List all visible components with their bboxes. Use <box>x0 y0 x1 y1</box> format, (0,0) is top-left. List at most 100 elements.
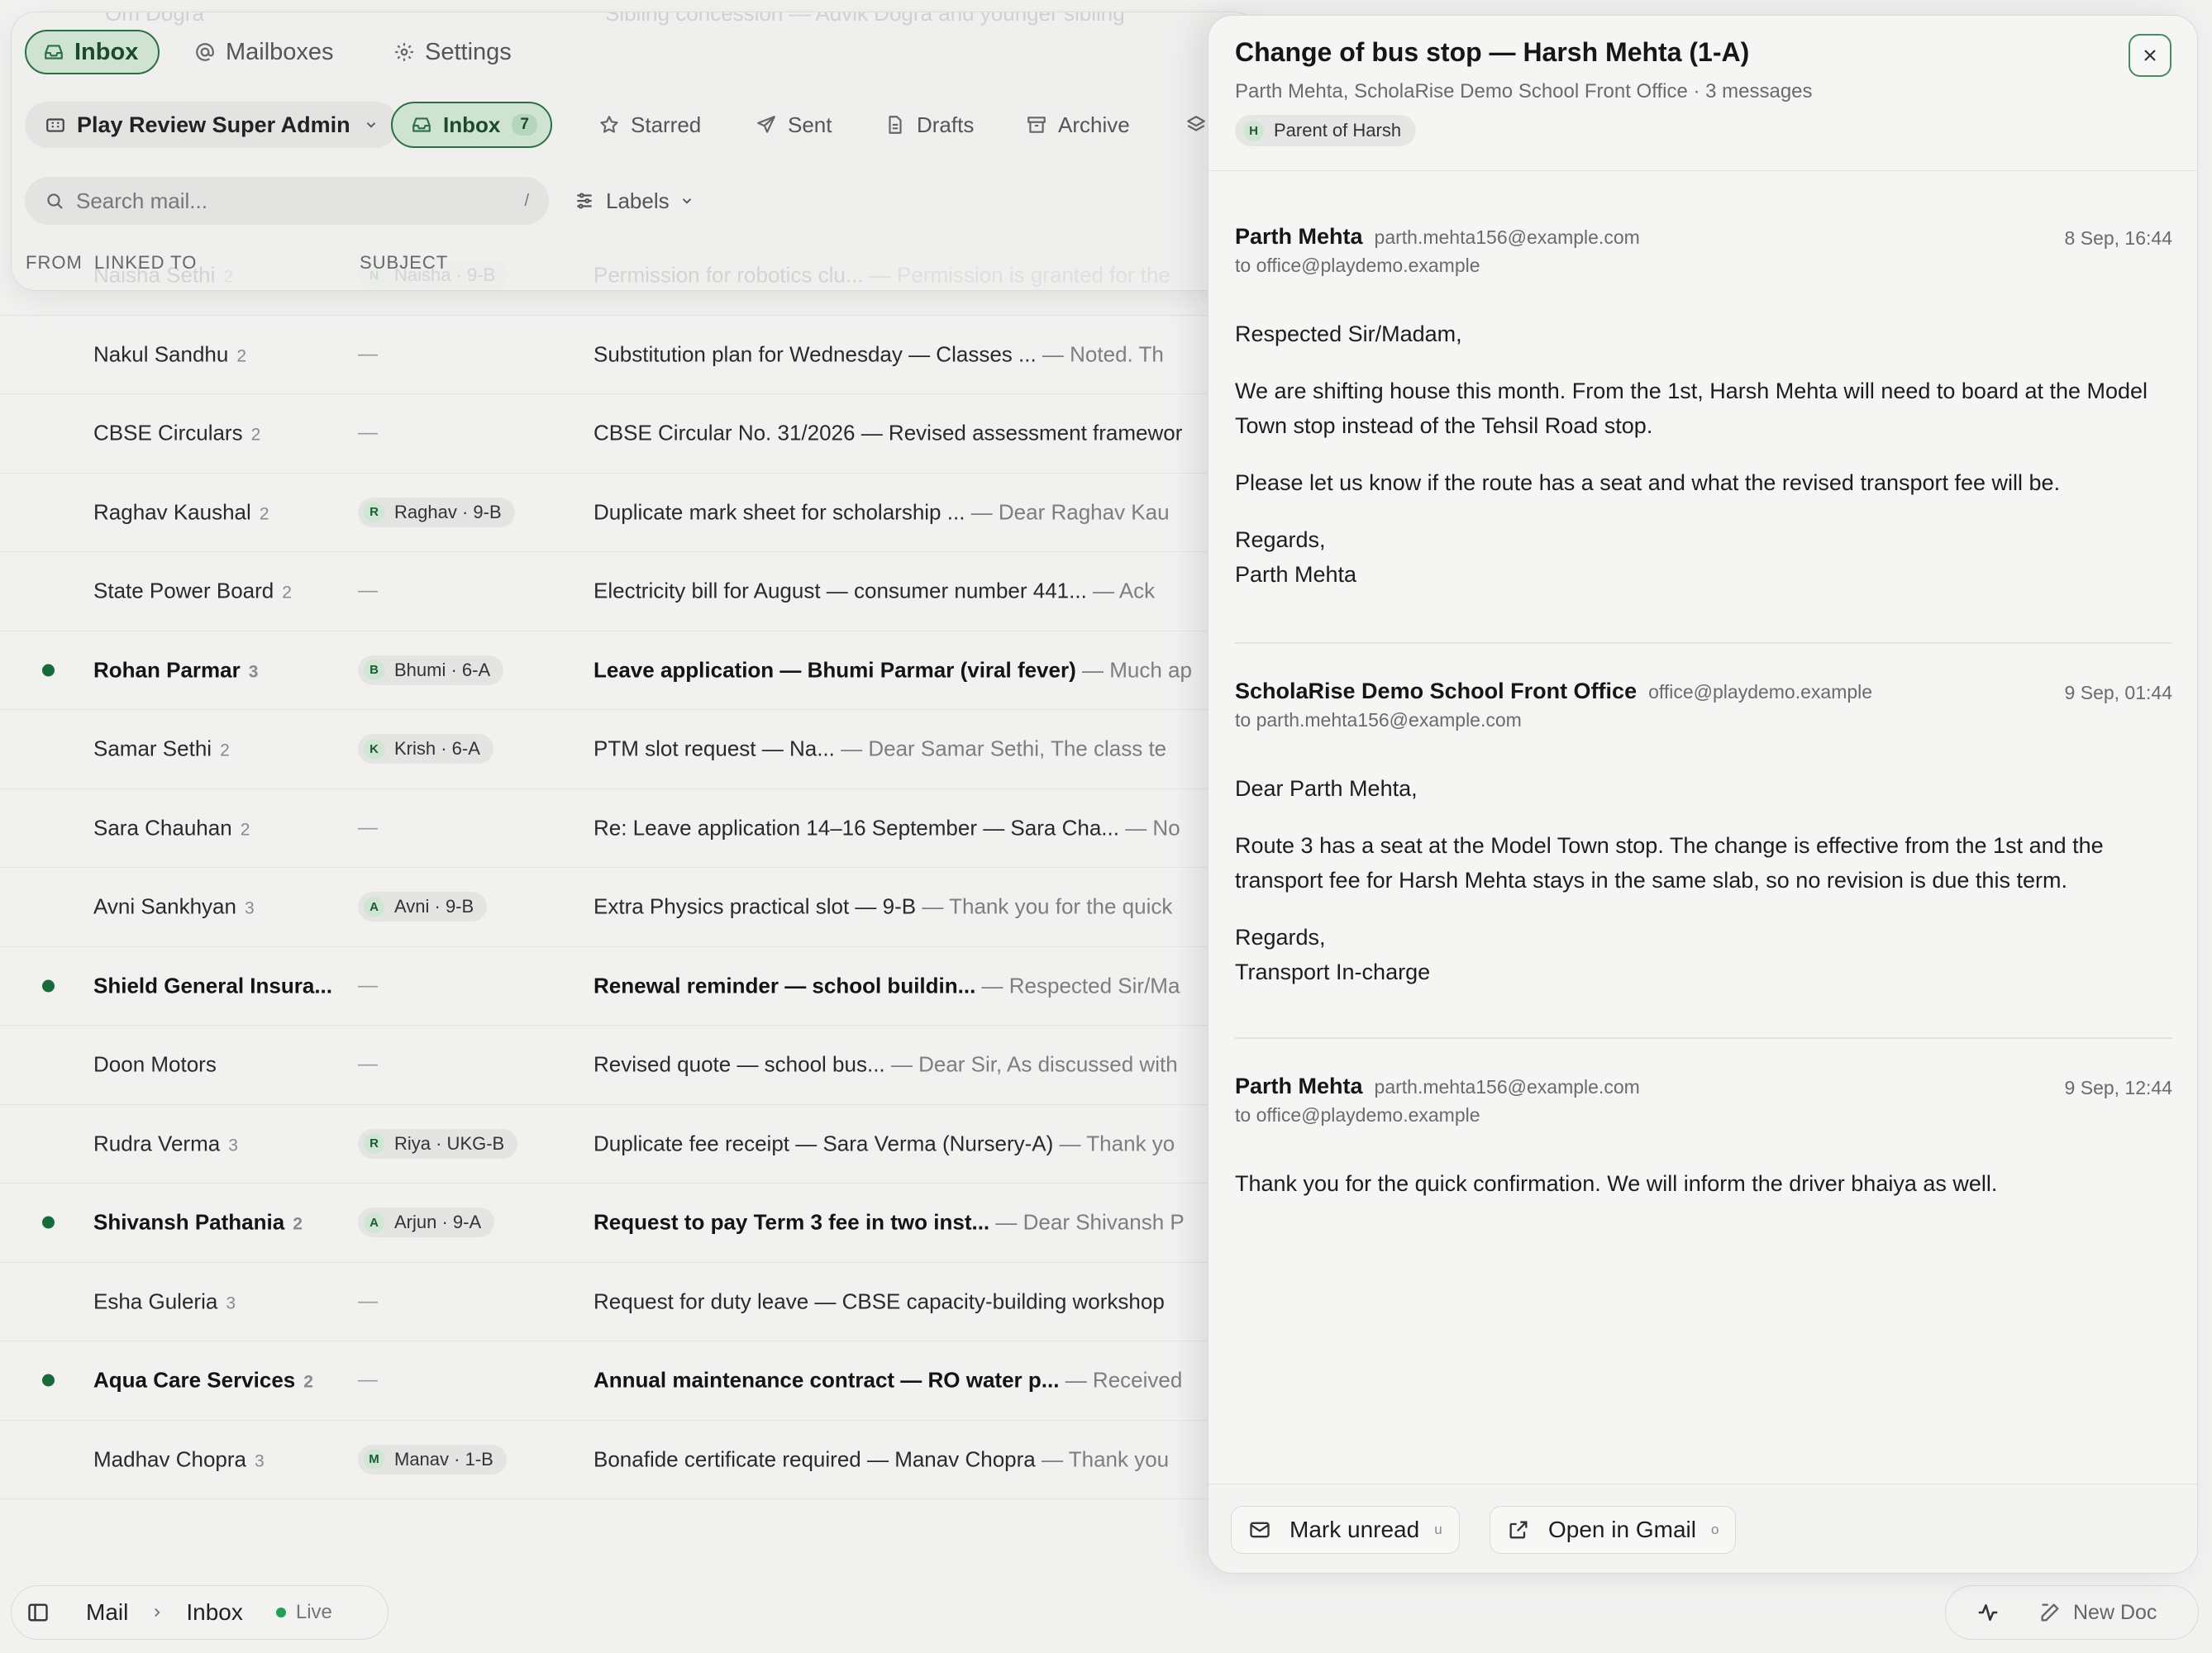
unread-dot <box>42 664 55 677</box>
chevron-right-icon <box>150 1605 164 1620</box>
unread-dot <box>42 1216 55 1229</box>
mailbox-sent[interactable]: Sent <box>756 102 832 148</box>
inbox-count-badge: 7 <box>512 114 537 136</box>
subject-line: Re: Leave application 14–16 September — … <box>594 815 1180 841</box>
labels-filter-button[interactable]: Labels <box>574 178 694 224</box>
avatar: R <box>364 1133 384 1155</box>
account-switcher[interactable]: Play Review Super Admin <box>25 102 398 148</box>
activity-button[interactable] <box>1976 1600 2000 1625</box>
sender-name: Avni Sankhyan 3 <box>93 893 255 919</box>
column-header-subject[interactable]: SUBJECT <box>360 252 448 274</box>
message-sender-email: parth.mehta156@example.com <box>1374 1076 1640 1098</box>
table-row[interactable]: Shivansh Pathania 2 A Arjun · 9-A Request to… <box>0 1184 1223 1263</box>
table-row[interactable]: Raghav Kaushal 2 R Raghav · 9-B Duplicate ma… <box>0 474 1223 552</box>
mailbox-drafts[interactable]: Drafts <box>884 102 974 148</box>
building-icon <box>46 118 64 132</box>
breadcrumb: Mail Inbox Live <box>11 1585 389 1640</box>
thread-count: 3 <box>228 1136 238 1155</box>
close-button[interactable] <box>2129 34 2171 77</box>
column-header-from[interactable]: FROM <box>26 252 83 274</box>
linked-student-chip[interactable]: R Raghav · 9-B <box>358 497 515 527</box>
search-shortcut-hint: / <box>524 191 529 210</box>
table-row[interactable]: Rudra Verma 3 R Riya · UKG-B Duplicate fee r… <box>0 1105 1223 1184</box>
search-input[interactable] <box>76 188 525 214</box>
activity-icon <box>1978 1604 1998 1621</box>
table-row[interactable]: CBSE Circulars 2 — CBSE Circular No. 31/202… <box>0 394 1223 474</box>
message-paragraph: Regards, Parth Mehta <box>1235 527 1357 587</box>
mail-icon <box>1250 1522 1270 1538</box>
send-icon <box>757 116 775 133</box>
new-doc-button[interactable]: New Doc <box>2038 1601 2157 1625</box>
message-header: Parth Mehta parth.mehta156@example.com 9 S… <box>1235 1074 2172 1127</box>
thread-count: 2 <box>303 1372 313 1392</box>
snippet: — No <box>1125 815 1180 841</box>
thread-count: 2 <box>236 346 247 366</box>
sender-name: Rudra Verma 3 <box>93 1131 238 1156</box>
sender-name: State Power Board 2 <box>93 578 292 603</box>
sender-name: Rohan Parmar 3 <box>93 657 259 683</box>
layers-icon <box>1187 116 1205 131</box>
sender-name: Aqua Care Services 2 <box>93 1367 313 1393</box>
table-row[interactable]: Sara Chauhan 2 — Re: Leave application 14–1… <box>0 789 1223 868</box>
tab-inbox[interactable]: Inbox <box>25 30 160 74</box>
table-row[interactable]: Avni Sankhyan 3 A Avni · 9-B Extra Physics p… <box>0 868 1223 947</box>
mail-list: Naisha Sethi2NNaisha · 9-BPermission for… <box>0 236 1223 1499</box>
message-body: Respected Sir/Madam, We are shifting hous… <box>1235 317 2172 592</box>
sender-name: Shield General Insura... <box>93 973 332 998</box>
message-recipient: to parth.mehta156@example.com <box>1235 709 1522 731</box>
open-in-gmail-button[interactable]: Open in Gmail o <box>1490 1506 1737 1554</box>
live-status: Live <box>295 1601 332 1623</box>
table-row[interactable]: Doon Motors — Revised quote — school bus..… <box>0 1026 1223 1105</box>
snippet: — Dear Samar Sethi, The class te <box>841 736 1167 761</box>
table-row[interactable]: Aqua Care Services 2 — Annual maintenance c… <box>0 1341 1223 1421</box>
table-row[interactable]: Nakul Sandhu 2 — Substitution plan for Wedn… <box>0 316 1223 394</box>
sidebar-toggle-button[interactable] <box>26 1601 50 1624</box>
table-row[interactable]: Samar Sethi 2 K Krish · 6-A PTM slot request… <box>0 710 1223 789</box>
linked-contact-chip[interactable]: H Parent of Harsh <box>1235 115 1417 146</box>
subject-line: Annual maintenance contract — RO water p… <box>594 1367 1183 1393</box>
linked-student-chip[interactable]: A Arjun · 9-A <box>358 1208 495 1238</box>
thread-count: 2 <box>293 1214 303 1234</box>
column-header-linked-to[interactable]: LINKED TO <box>94 252 197 274</box>
tab-mailboxes[interactable]: Mailboxes <box>194 30 334 74</box>
mailbox-starred[interactable]: Starred <box>598 102 701 148</box>
thread-count: 2 <box>259 504 269 524</box>
at-icon <box>196 43 214 61</box>
thread-participants: Parth Mehta, ScholaRise Demo School Fron… <box>1235 80 1813 102</box>
table-row[interactable]: Madhav Chopra 3 M Manav · 1-B Bonafide certi… <box>0 1421 1223 1499</box>
thread-message: ScholaRise Demo School Front Office offic… <box>1235 679 2172 1012</box>
sliders-icon <box>577 193 592 209</box>
no-link-placeholder: — <box>358 816 378 839</box>
message-paragraph: Dear Parth Mehta, <box>1235 776 1418 801</box>
breadcrumb-current[interactable]: Inbox <box>186 1599 243 1626</box>
subject-line: Substitution plan for Wednesday — Classe… <box>594 341 1164 367</box>
search-bar[interactable]: / <box>25 177 549 225</box>
linked-student-chip[interactable]: R Riya · UKG-B <box>358 1128 518 1159</box>
subject-line: Request for duty leave — CBSE capacity-b… <box>594 1289 1165 1314</box>
table-row[interactable]: State Power Board 2 — Electricity bill for … <box>0 552 1223 631</box>
tab-settings[interactable]: Settings <box>393 30 512 74</box>
mark-unread-button[interactable]: Mark unread u <box>1231 1506 1460 1554</box>
linked-student-chip[interactable]: B Bhumi · 6-A <box>358 655 504 685</box>
linked-student-chip[interactable]: K Krish · 6-A <box>358 734 493 765</box>
mailbox-archive[interactable]: Archive <box>1026 102 1130 148</box>
linked-student-chip[interactable]: M Manav · 1-B <box>358 1444 507 1474</box>
subject-line: Bonafide certificate required — Manav Ch… <box>594 1446 1170 1472</box>
table-row[interactable]: Shield General Insura... — Renewal reminde… <box>0 947 1223 1026</box>
table-row[interactable]: Rohan Parmar 3 B Bhumi · 6-A Leave applicati… <box>0 631 1223 710</box>
message-header: Parth Mehta parth.mehta156@example.com 8 S… <box>1235 224 2172 277</box>
inbox-icon <box>45 45 63 60</box>
archive-icon <box>1027 117 1046 133</box>
subject-line: Duplicate fee receipt — Sara Verma (Nurs… <box>594 1131 1175 1156</box>
breadcrumb-root[interactable]: Mail <box>86 1599 128 1626</box>
table-row[interactable]: Esha Guleria 3 — Request for duty leave — C… <box>0 1263 1223 1341</box>
linked-student-chip[interactable]: A Avni · 9-B <box>358 892 488 922</box>
sidebar-icon <box>28 1603 48 1622</box>
chevron-down-icon <box>682 198 691 204</box>
message-paragraph: We are shifting house this month. From t… <box>1235 379 2148 438</box>
message-paragraph: Please let us know if the route has a se… <box>1235 470 2061 495</box>
subject-line: CBSE Circular No. 31/2026 — Revised asse… <box>594 420 1183 445</box>
snippet: — Thank yo <box>1059 1131 1175 1156</box>
mailbox-inbox[interactable]: Inbox 7 <box>391 102 552 148</box>
message-paragraph: Regards, Transport In-charge <box>1235 925 1431 984</box>
